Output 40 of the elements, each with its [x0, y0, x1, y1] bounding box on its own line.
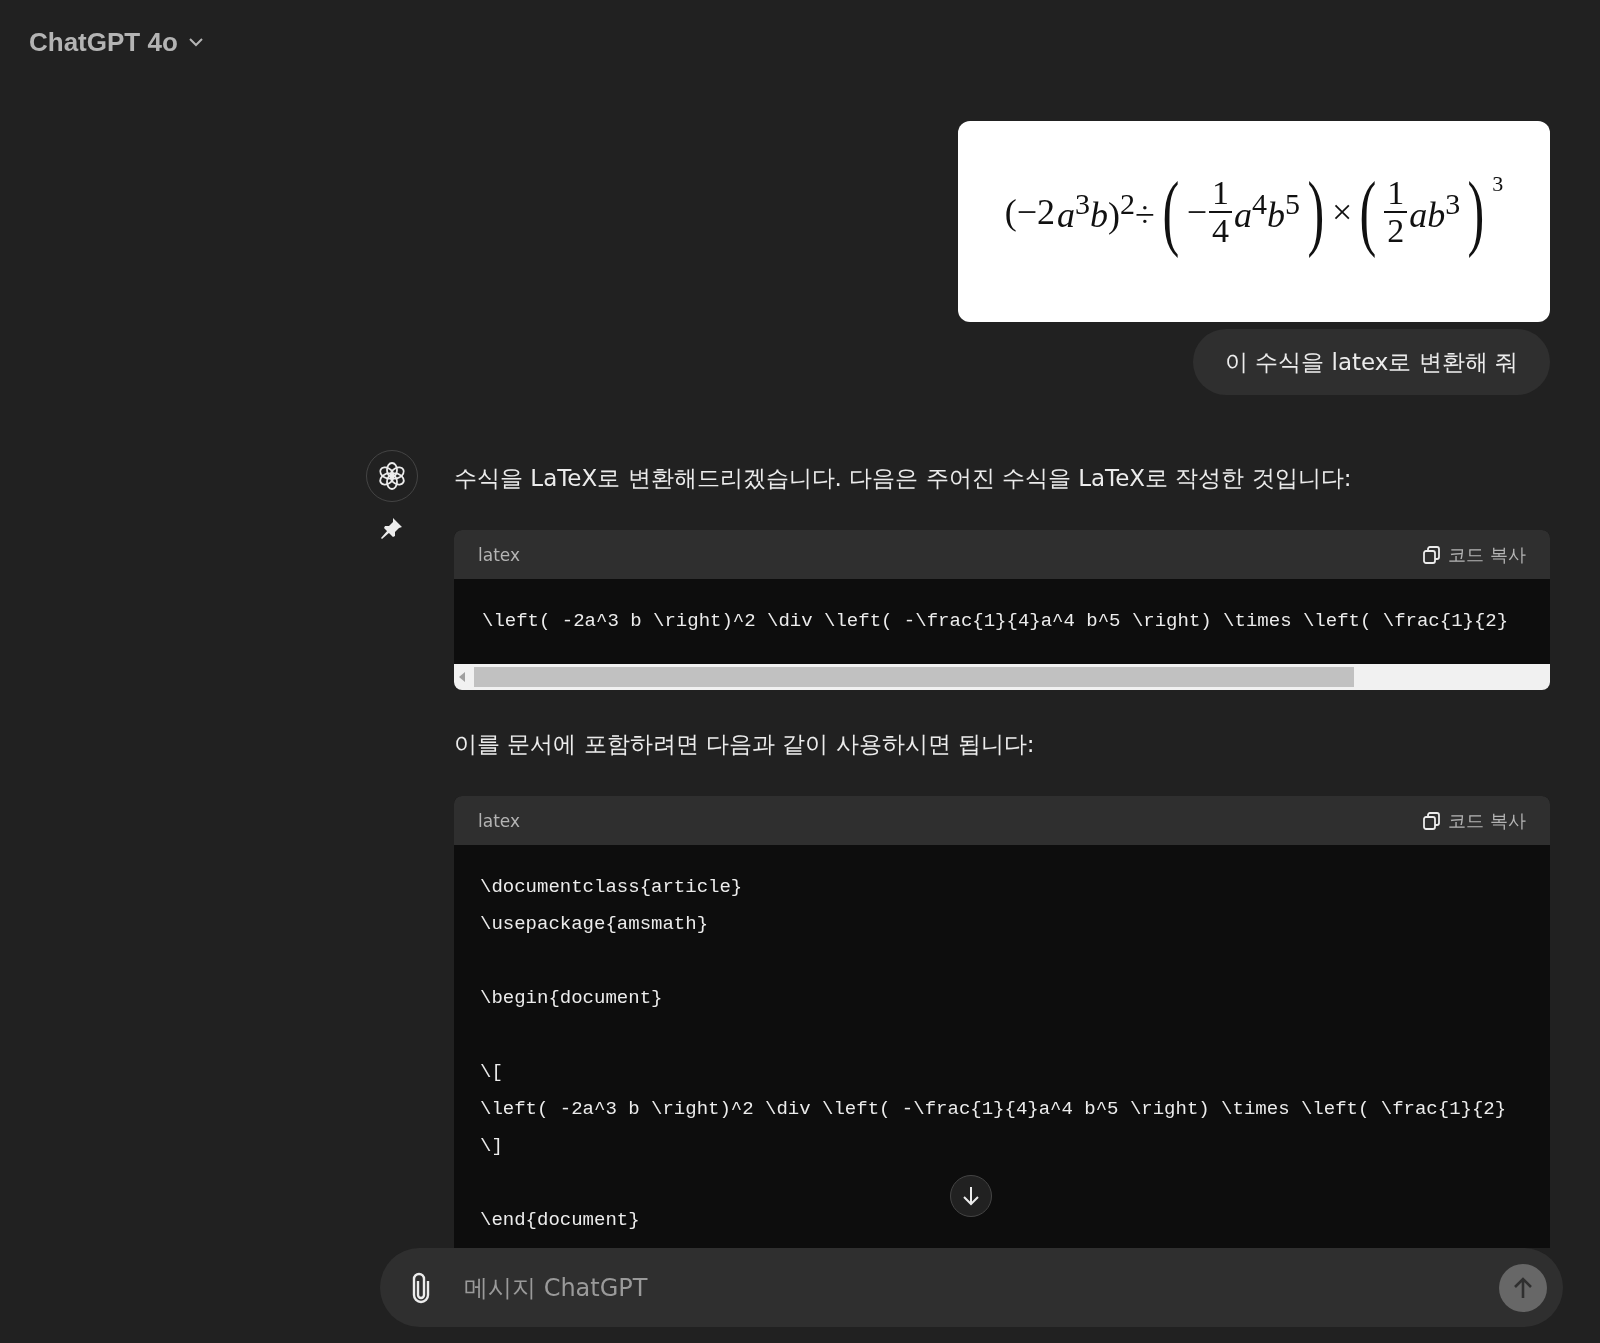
- arrow-down-icon: [961, 1185, 981, 1207]
- code-line: \begin{document}: [480, 986, 663, 1011]
- chevron-down-icon[interactable]: [187, 37, 204, 47]
- code-line: \end{document}: [480, 1208, 640, 1233]
- formula-text: ×: [1332, 190, 1353, 233]
- fraction-denominator: 4: [1212, 212, 1230, 249]
- formula-text: −: [1186, 190, 1208, 233]
- send-button[interactable]: [1499, 1263, 1547, 1312]
- fraction-numerator: 1: [1209, 174, 1233, 213]
- formula-text: ab$^{3}$: [1409, 187, 1461, 236]
- code-line: \usepackage{amsmath}: [480, 912, 709, 937]
- formula-exponent: 3: [1492, 171, 1504, 197]
- fraction-numerator: 1: [1384, 174, 1408, 213]
- user-message: 이 수식을 latex로 변환해 줘: [1192, 329, 1550, 395]
- message-input[interactable]: 메시지 ChatGPT: [462, 1272, 1469, 1303]
- code-line: \documentclass{article}: [480, 875, 743, 900]
- formula-text: (−2: [1004, 190, 1055, 233]
- formula-text: a$^{3}$b)$^{2}$÷: [1057, 187, 1155, 236]
- assistant-text: 수식을 LaTeX로 변환해드리겠습니다. 다음은 주어진 수식을 LaTeX로 작성한 것입니다:: [454, 464, 1353, 493]
- scrollbar-thumb[interactable]: [474, 667, 1354, 687]
- assistant-text: 이를 문서에 포함하려면 다음과 같이 사용하시면 됩니다:: [454, 730, 1036, 759]
- code-line: \]: [480, 1134, 503, 1159]
- copy-code-button[interactable]: 코드 복사: [1422, 808, 1526, 833]
- code-line: \left( -2a^3 b \right)^2 \div \left( -\frac{1}{4}a^4 b^5 \right) \times \left( \frac{1}{2}: [482, 609, 1509, 634]
- flower-logo-icon: [377, 461, 407, 491]
- copy-icon: [1422, 544, 1443, 565]
- copy-icon: [1422, 810, 1443, 831]
- model-selector[interactable]: ChatGPT 4o: [29, 26, 178, 58]
- code-line: \left( -2a^3 b \right)^2 \div \left( -\frac{1}{4}a^4 b^5 \right) \times \left( \frac{1}{2}: [480, 1097, 1507, 1122]
- paperclip-icon[interactable]: [410, 1271, 432, 1304]
- code-language: latex: [478, 810, 521, 831]
- pin-icon[interactable]: [379, 515, 405, 541]
- code-language: latex: [478, 544, 521, 565]
- arrow-up-icon: [1512, 1275, 1534, 1300]
- composer-bar[interactable]: 메시지 ChatGPT: [380, 1248, 1563, 1327]
- fraction-denominator: 2: [1387, 212, 1405, 249]
- formula-text: a$^{4}$b$^{5}$: [1234, 187, 1301, 236]
- horizontal-scrollbar[interactable]: [454, 664, 1550, 690]
- copy-code-button[interactable]: 코드 복사: [1422, 542, 1526, 567]
- code-line: \[: [480, 1060, 503, 1085]
